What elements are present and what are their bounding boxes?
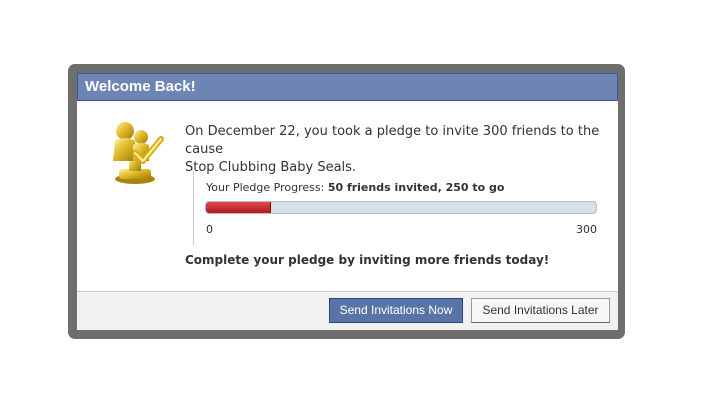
- welcome-dialog: Welcome Back! On December 22, you took a…: [77, 73, 618, 330]
- pledge-progress-status: 50 friends invited, 250 to go: [327, 181, 505, 194]
- call-to-action: Complete your pledge by inviting more fr…: [185, 253, 550, 267]
- send-invitations-now-button[interactable]: Send Invitations Now: [329, 298, 463, 323]
- progress-max-label: 300: [576, 223, 597, 236]
- pledge-progress-section: Your Pledge Progress: 50 friends invited…: [193, 171, 597, 245]
- progress-bar-fill: [206, 202, 271, 213]
- pledge-progress-label: Your Pledge Progress:: [206, 181, 328, 194]
- dialog-frame: Welcome Back! On December 22, you took a…: [68, 64, 625, 339]
- dialog-footer: Send Invitations Now Send Invitations La…: [77, 291, 618, 330]
- trophy-icon: [113, 122, 164, 184]
- pledge-intro: On December 22, you took a pledge to inv…: [185, 123, 605, 177]
- pledge-progress-text: Your Pledge Progress: 50 friends invited…: [206, 181, 504, 194]
- progress-min-label: 0: [206, 223, 213, 236]
- send-invitations-later-button[interactable]: Send Invitations Later: [471, 298, 610, 323]
- pledge-intro-line1: On December 22, you took a pledge to inv…: [185, 124, 600, 157]
- progress-bar-track: [205, 201, 597, 214]
- dialog-title: Welcome Back!: [77, 73, 618, 101]
